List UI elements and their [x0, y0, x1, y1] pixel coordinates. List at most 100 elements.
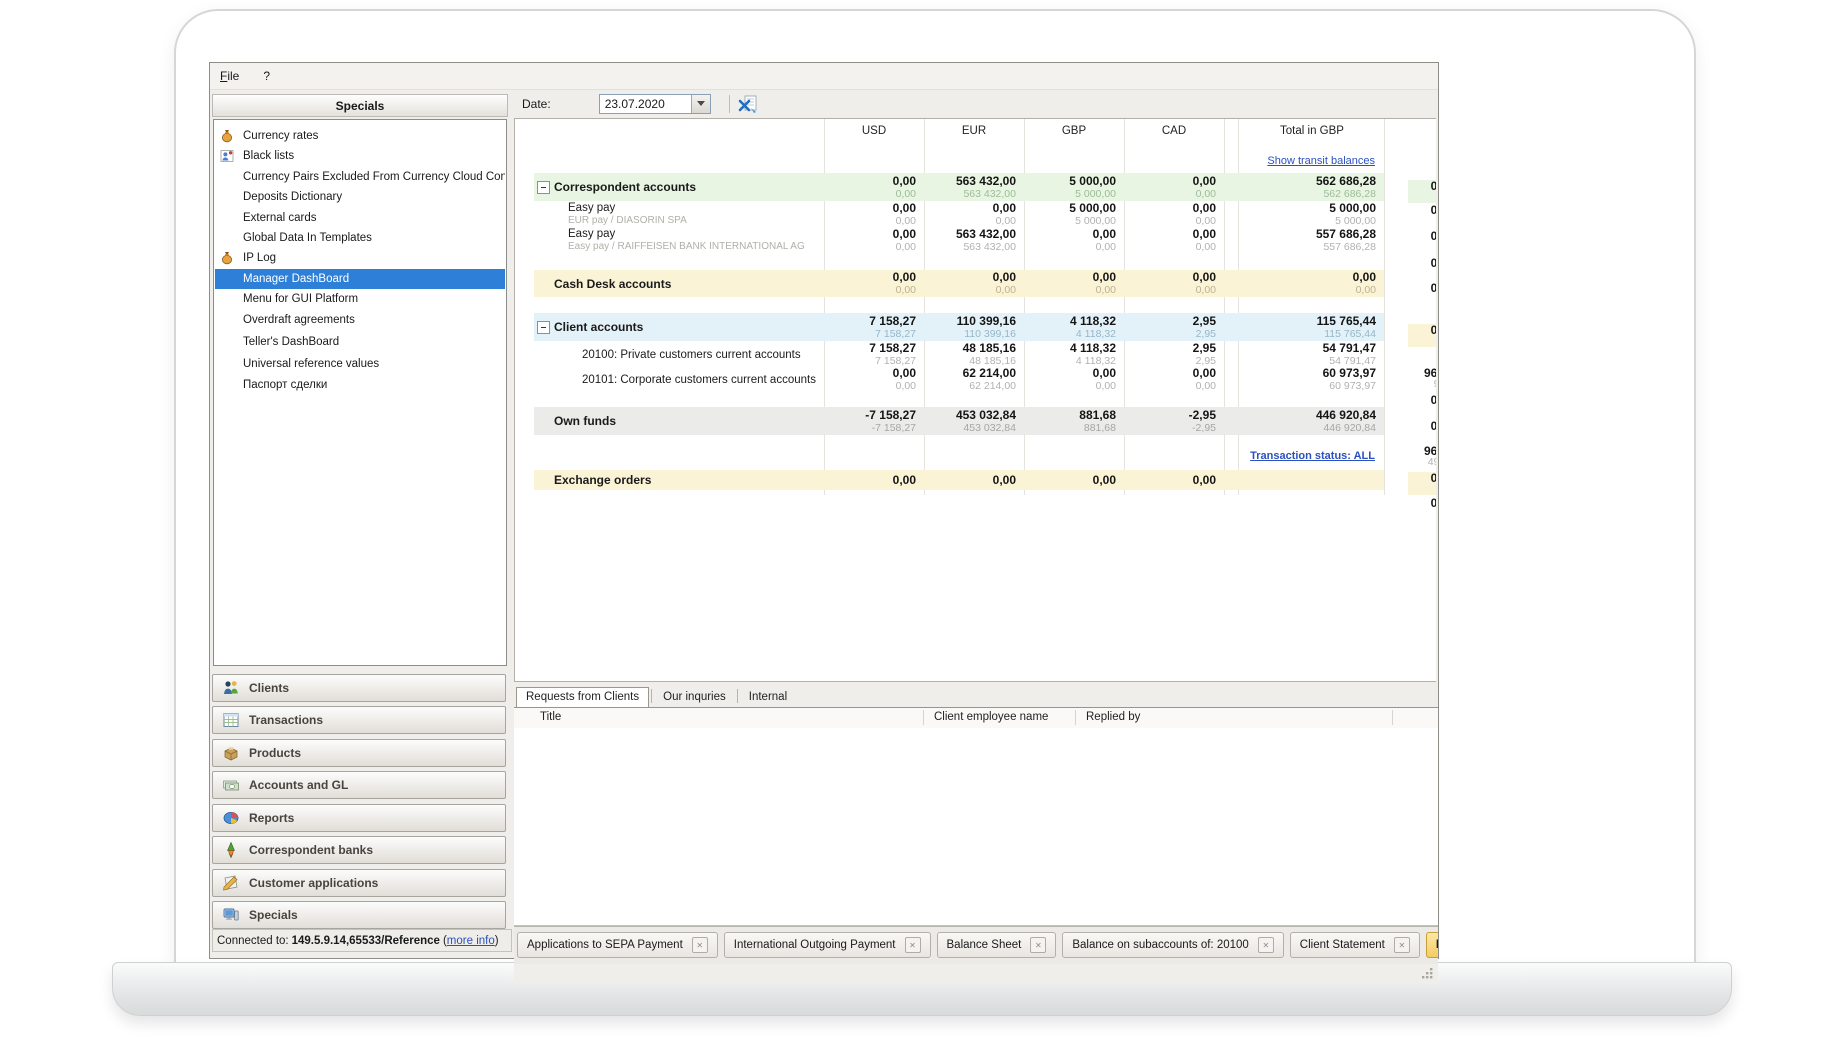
sidebar-item-black-lists[interactable]: Black lists — [215, 146, 505, 166]
close-icon[interactable]: ✕ — [905, 937, 921, 953]
cell-usd: 0,000,00 — [824, 367, 924, 392]
column-header-title[interactable]: Title — [540, 711, 561, 723]
cell-total: 557 686,28557 686,28 — [1240, 227, 1384, 253]
sidebar-item-pasport-sdelki[interactable]: Паспорт сделки — [215, 375, 505, 395]
table-row-easy-pay-diasorin[interactable]: Easy payEUR pay / DIASORIN SPA 0,000,00 … — [534, 201, 1384, 227]
column-separator[interactable] — [1075, 710, 1076, 725]
column-header-replied-by[interactable]: Replied by — [1086, 711, 1140, 723]
sidebar-item-global-data-templates[interactable]: Global Data In Templates — [215, 228, 505, 248]
collapse-icon[interactable] — [537, 181, 550, 194]
close-icon[interactable]: ✕ — [1030, 937, 1046, 953]
close-icon[interactable]: ✕ — [1394, 937, 1410, 953]
doc-tab-subaccounts[interactable]: Balance on subaccounts of: 20100 ✕ — [1062, 932, 1283, 958]
clipped-value: 96,5096,5 — [1408, 367, 1436, 390]
sidebar-nav-accounts-gl[interactable]: Accounts and GL — [212, 771, 506, 799]
show-transit-balances-link[interactable]: Show transit balances — [1267, 155, 1375, 167]
status-paren: ) — [495, 935, 499, 947]
row-sublabel: EUR pay / DIASORIN SPA — [568, 215, 824, 226]
table-row-cash-desk-accounts[interactable]: Cash Desk accounts 0,000,00 0,000,00 0,0… — [534, 270, 1384, 297]
chevron-down-icon[interactable] — [691, 95, 710, 113]
person-icon — [220, 149, 234, 163]
sidebar-item-deposits-dictionary[interactable]: Deposits Dictionary — [215, 187, 505, 207]
menu-file[interactable]: File — [220, 69, 239, 83]
sidebar-nav-transactions[interactable]: Transactions — [212, 706, 506, 734]
doc-tab-balance-sheet[interactable]: Balance Sheet ✕ — [937, 932, 1057, 958]
sidebar-item-currency-rates[interactable]: Currency rates — [215, 126, 505, 146]
cell-total: 60 973,9760 973,97 — [1240, 367, 1384, 392]
sidebar-nav-products[interactable]: Products — [212, 739, 506, 767]
sidebar-item-tellers-dashboard[interactable]: Teller's DashBoard — [215, 332, 505, 352]
table-row-20100[interactable]: 20100: Private customers current account… — [534, 342, 1384, 367]
table-row-correspondent-accounts[interactable]: Correspondent accounts 0,000,00 563 432,… — [534, 173, 1384, 201]
more-info-link[interactable]: more info — [447, 935, 495, 947]
sidebar-nav-reports[interactable]: Reports — [212, 804, 506, 832]
nav-label: Specials — [249, 908, 298, 922]
doc-tab-sepa[interactable]: Applications to SEPA Payment ✕ — [517, 932, 718, 958]
sidebar-nav-clients[interactable]: Clients — [212, 674, 506, 702]
tab-our-inquries[interactable]: Our inquries — [654, 688, 735, 706]
doc-tab-client-statement[interactable]: Client Statement ✕ — [1290, 932, 1420, 958]
table-row-exchange-orders[interactable]: Exchange orders 0,00 0,00 0,00 0,00 — [534, 470, 1384, 490]
sidebar-item-universal-reference-values[interactable]: Universal reference values — [215, 354, 505, 374]
nav-label: Transactions — [249, 713, 323, 727]
cell-usd: 7 158,277 158,27 — [824, 313, 924, 341]
doc-tab-label: Balance on subaccounts of: 20100 — [1072, 939, 1248, 951]
column-separator[interactable] — [1392, 710, 1393, 725]
toolbar: Date: 23.07.2020 — [514, 89, 1438, 118]
nav-label: Products — [249, 746, 301, 760]
tab-internal[interactable]: Internal — [740, 688, 796, 706]
menu-help[interactable]: ? — [263, 69, 270, 83]
sidebar-item-overdraft-agreements[interactable]: Overdraft agreements — [215, 310, 505, 330]
doc-tab-international[interactable]: International Outgoing Payment ✕ — [724, 932, 931, 958]
table-row-own-funds[interactable]: Own funds -7 158,27-7 158,27 453 032,844… — [534, 407, 1384, 435]
sidebar-item-label: Паспорт сделки — [243, 379, 327, 391]
table-row-client-accounts[interactable]: Client accounts 7 158,277 158,27 110 399… — [534, 313, 1384, 341]
sidebar-item-ip-log[interactable]: IP Log — [215, 248, 505, 268]
tab-requests-from-clients[interactable]: Requests from Clients — [516, 687, 649, 707]
sidebar-item-menu-gui-platform[interactable]: Menu for GUI Platform — [215, 289, 505, 309]
products-icon — [222, 744, 240, 762]
cell-cad: 0,000,00 — [1124, 270, 1224, 297]
close-icon[interactable]: ✕ — [692, 937, 708, 953]
table-row-easy-pay-raiffeisen[interactable]: Easy payEasy pay / RAIFFEISEN BANK INTER… — [534, 227, 1384, 253]
close-icon[interactable]: ✕ — [1258, 937, 1274, 953]
collapse-icon[interactable] — [537, 321, 550, 334]
transaction-status-link[interactable]: Transaction status: ALL — [1250, 450, 1375, 462]
cell-usd: 0,000,00 — [824, 173, 924, 201]
sidebar-item-manager-dashboard[interactable]: Manager DashBoard — [215, 269, 505, 289]
nav-label: Clients — [249, 681, 289, 695]
date-picker[interactable]: 23.07.2020 — [599, 94, 711, 114]
accounts-icon — [222, 776, 240, 794]
column-header-client-employee[interactable]: Client employee name — [934, 711, 1048, 723]
cell-eur: 0,000,00 — [924, 201, 1024, 227]
sidebar-tree: Currency rates Black lists Currency Pair… — [213, 119, 507, 666]
doc-tab-manager-dashboard[interactable]: Manager DashBoar ✕ — [1426, 932, 1438, 958]
table-row-20101[interactable]: 20101: Corporate customers current accou… — [534, 367, 1384, 392]
main-area: Date: 23.07.2020 USD EUR GBP — [514, 89, 1438, 958]
sidebar-item-currency-pairs-excluded[interactable]: Currency Pairs Excluded From Currency Cl… — [215, 167, 505, 187]
cell-gbp: 4 118,324 118,32 — [1024, 313, 1124, 341]
sidebar-item-external-cards[interactable]: External cards — [215, 208, 505, 228]
column-separator[interactable] — [923, 710, 924, 725]
row-label: 20100: Private customers current account… — [582, 349, 824, 361]
sidebar-nav-customer-applications[interactable]: Customer applications — [212, 869, 506, 897]
cell-total: 54 791,4754 791,47 — [1240, 342, 1384, 367]
cell-gbp: 4 118,324 118,32 — [1024, 342, 1124, 367]
cell-gbp: 5 000,005 000,00 — [1024, 173, 1124, 201]
cell-gbp: 0,000,00 — [1024, 227, 1124, 253]
cell-cad: 2,952,95 — [1124, 313, 1224, 341]
cell-total: 0,000,00 — [1240, 270, 1384, 297]
sidebar-nav-specials[interactable]: Specials — [212, 901, 506, 929]
connection-status-bar: Connected to: 149.5.9.14,65533/Reference… — [212, 929, 512, 952]
sidebar-nav-correspondent-banks[interactable]: Correspondent banks — [212, 836, 506, 864]
status-prefix: Connected to: — [217, 935, 289, 947]
sidebar-item-label: Black lists — [243, 150, 294, 162]
cell-cad: 0,000,00 — [1124, 227, 1224, 253]
resize-grip[interactable] — [1421, 967, 1434, 980]
cell-total — [1240, 470, 1384, 490]
cell-eur: 0,000,00 — [924, 270, 1024, 297]
excel-export-icon[interactable] — [738, 94, 758, 114]
column-header-usd: USD — [824, 125, 924, 141]
customer-applications-icon — [222, 874, 240, 892]
requests-list-body[interactable] — [514, 728, 1438, 926]
